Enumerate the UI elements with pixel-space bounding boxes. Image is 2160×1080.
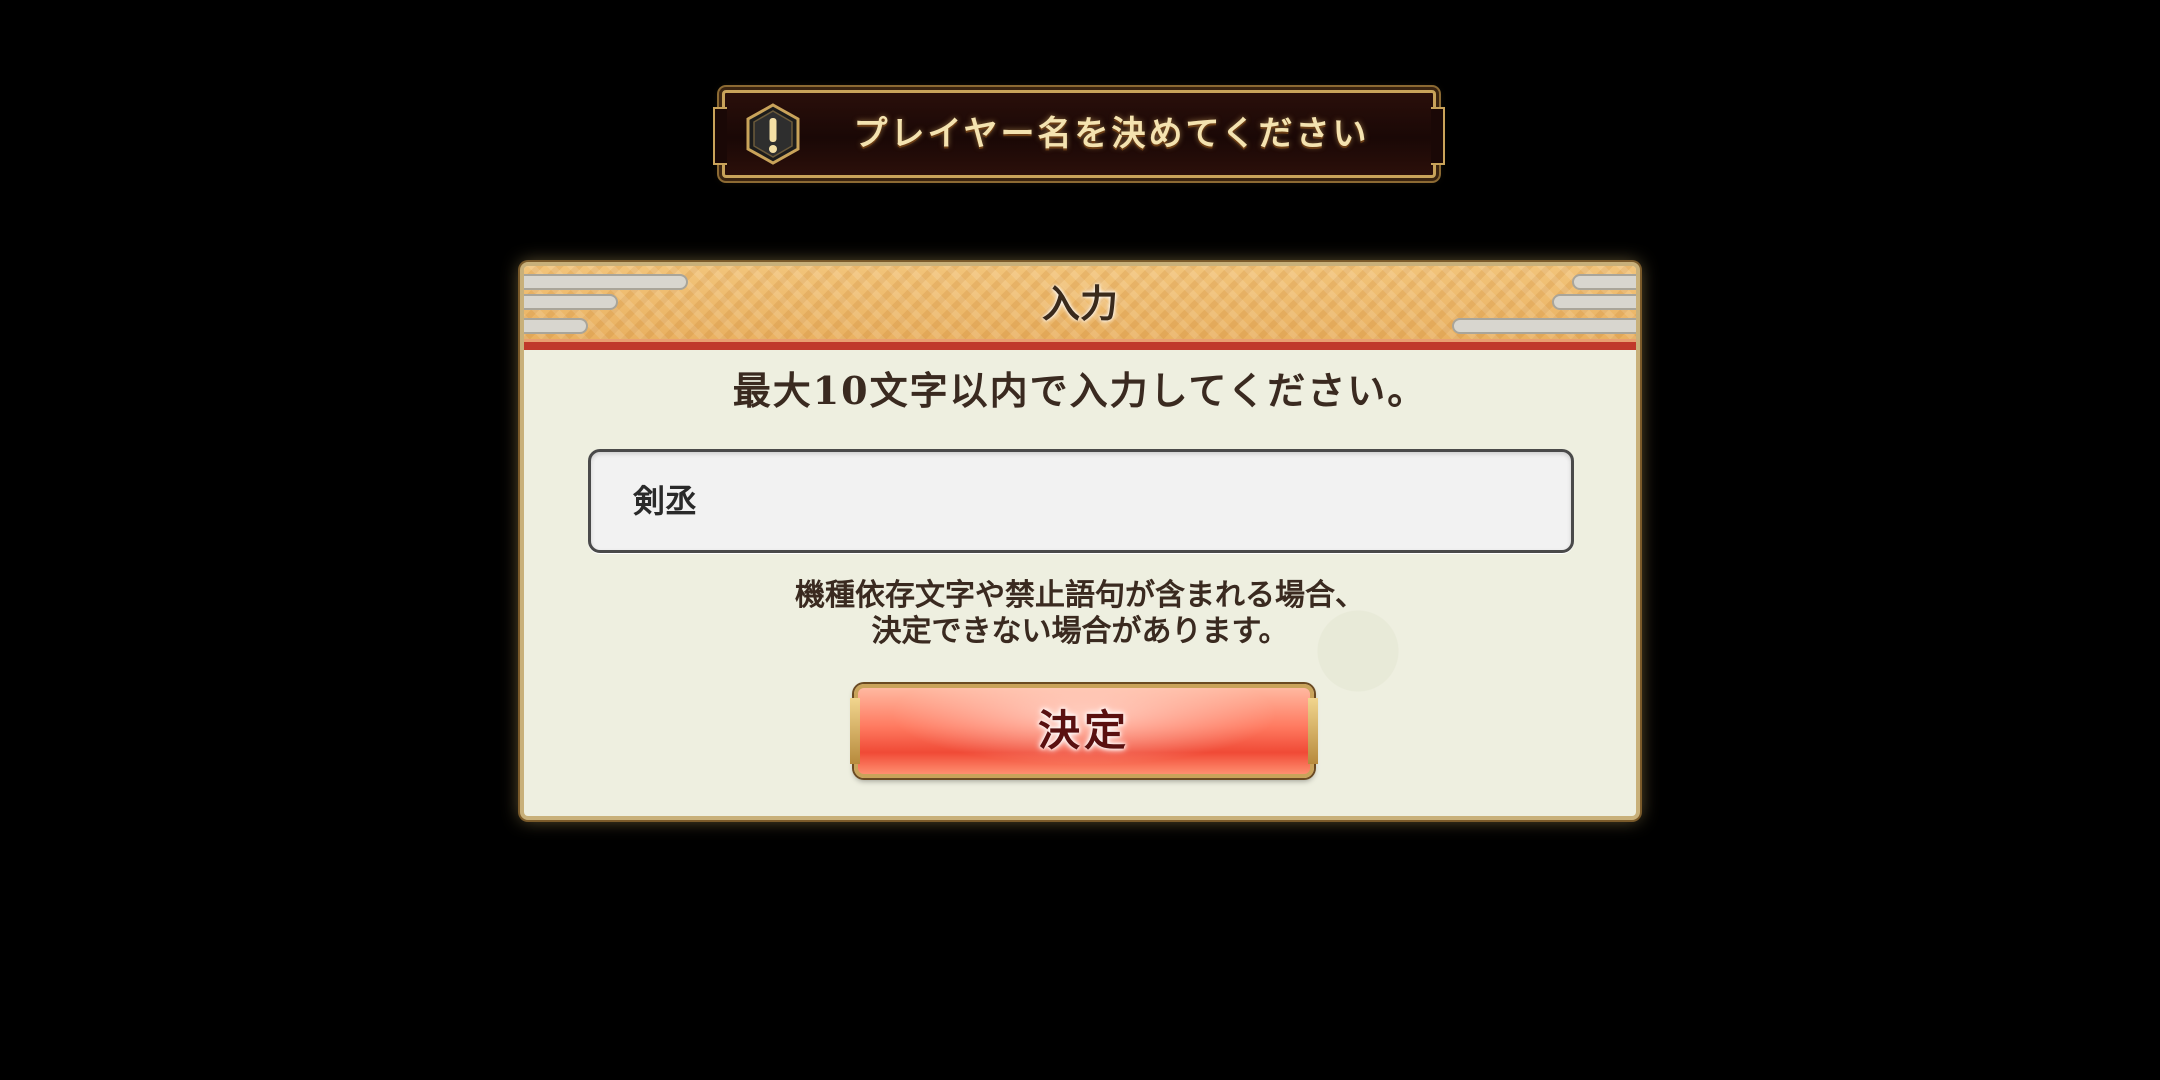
player-name-input[interactable]: 剣丞 bbox=[588, 449, 1574, 553]
confirm-button-label: 決定 bbox=[1037, 706, 1130, 755]
instruction-text: 最大10文字以内で入力してください。 bbox=[732, 368, 1428, 413]
exclamation-hexagon-icon bbox=[746, 103, 800, 165]
warning-line-1: 機種依存文字や禁止語句が含まれる場合、 bbox=[795, 578, 1365, 613]
dialog-title: 入力 bbox=[1041, 281, 1118, 326]
banner-title: プレイヤー名を決めてください bbox=[853, 114, 1370, 154]
warning-line-2: 決定できない場合があります。 bbox=[871, 614, 1289, 649]
warning-text: 機種依存文字や禁止語句が含まれる場合、 決定できない場合があります。 bbox=[524, 578, 1636, 650]
prompt-banner: プレイヤー名を決めてください bbox=[713, 90, 1445, 178]
name-entry-dialog: 入力 最大10文字以内で入力してください。 剣丞 機種依存文字や禁止語句が含まれ… bbox=[520, 262, 1640, 820]
confirm-button[interactable]: 決定 bbox=[850, 684, 1318, 778]
dialog-header: 入力 bbox=[524, 266, 1636, 350]
game-screen: プレイヤー名を決めてください 入力 最大10文字以内で入力してください。 剣丞 … bbox=[0, 0, 2160, 1080]
